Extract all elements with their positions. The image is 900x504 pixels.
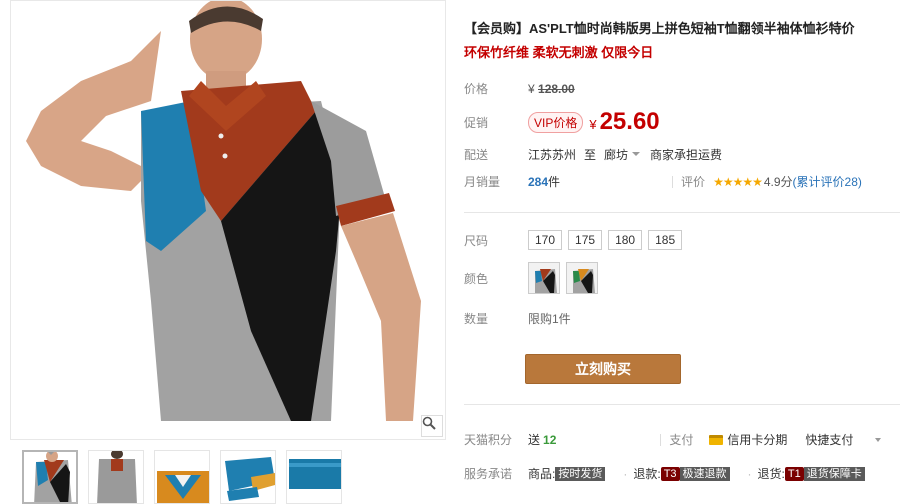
size-row: 尺码 170 175 180 185 — [464, 230, 688, 250]
ship-to-location[interactable]: 廊坊 — [604, 146, 628, 163]
separator-dot: · — [623, 466, 628, 481]
quantity-label: 数量 — [464, 312, 489, 326]
size-option-185[interactable]: 185 — [648, 230, 683, 250]
main-product-image[interactable] — [10, 0, 446, 440]
monthly-sales-label: 月销量 — [464, 175, 501, 189]
ship-to-word: 至 — [584, 148, 597, 162]
service-item-prefix: 退货: — [757, 467, 785, 481]
color-label: 颜色 — [464, 271, 489, 286]
points-prefix: 送 — [528, 433, 541, 447]
monthly-sales-unit: 件 — [548, 175, 561, 189]
polo-shirt-photo — [11, 1, 445, 439]
service-label: 服务承诺 — [464, 467, 513, 481]
section-divider — [464, 212, 900, 213]
thumbnail-front-view[interactable] — [22, 450, 78, 504]
color-swatch-1[interactable] — [528, 262, 560, 294]
divider — [660, 433, 662, 446]
return-guarantee-badge: 退货保障卡 — [803, 466, 865, 481]
monthly-sales-count: 284 — [528, 174, 549, 189]
service-item-prefix: 商品: — [528, 467, 556, 481]
ship-from-location: 江苏苏州 — [528, 148, 577, 162]
thumbnail-fabric-closeup[interactable] — [286, 450, 342, 504]
shipping-row: 配送 江苏苏州 至 廊坊 商家承担运费 — [464, 146, 722, 163]
thumbnail-sleeve-closeup[interactable] — [220, 450, 276, 504]
rating-label: 评价 — [681, 175, 706, 189]
on-time-delivery-badge: 按时发货 — [555, 466, 606, 481]
buy-now-button[interactable]: 立刻购买 — [525, 354, 681, 384]
service-return-guarantee[interactable]: 退货: T1 退货保障卡 — [758, 465, 865, 482]
refund-tier-badge: T3 — [660, 466, 680, 481]
points-payment-row: 天猫积分 送 12 支付 信用卡分期 快捷支付 — [464, 431, 882, 448]
color-row: 颜色 — [464, 262, 604, 294]
thumbnail-back-view[interactable] — [88, 450, 144, 504]
review-count-link[interactable]: (累计评价28) — [793, 173, 862, 190]
original-price-value: 128.00 — [538, 81, 575, 96]
separator-dot: · — [747, 466, 752, 481]
return-tier-badge: T1 — [784, 466, 804, 481]
fast-refund-badge: 极速退款 — [679, 466, 730, 481]
service-on-time-delivery[interactable]: 商品: 按时发货 — [528, 465, 606, 482]
product-subtitle: 环保竹纤维 柔软无刺激 仅限今日 — [464, 45, 654, 60]
product-info-panel: 【会员购】AS'PLT恤时尚韩版男上拼色短袖T恤翻领半袖体恤衫特价 环保竹纤维 … — [464, 0, 900, 504]
product-gallery — [10, 0, 446, 504]
credit-card-installment[interactable]: 信用卡分期 — [709, 431, 787, 448]
magnifier-icon[interactable] — [421, 415, 443, 437]
size-option-170[interactable]: 170 — [528, 230, 563, 250]
points-value: 12 — [543, 432, 557, 447]
service-item-prefix: 退款: — [633, 467, 661, 481]
price-label: 价格 — [464, 82, 489, 96]
vip-price-badge: VIP价格 — [528, 111, 584, 133]
points-label: 天猫积分 — [464, 433, 513, 447]
quantity-row: 数量 限购1件 — [464, 310, 571, 327]
promo-row: 促销 VIP价格 ¥25.60 — [464, 108, 660, 136]
sales-row: 月销量 284 件 评价 ★★★★★ 4.9分 (累计评价28) — [464, 173, 862, 190]
color-swatch-2[interactable] — [566, 262, 598, 294]
section-divider — [464, 404, 900, 405]
rating-score: 4.9分 — [763, 175, 793, 189]
currency-symbol: ¥ — [528, 81, 535, 96]
thumbnail-strip — [22, 450, 342, 504]
shipping-label: 配送 — [464, 148, 489, 162]
thumbnail-collar-closeup[interactable] — [154, 450, 210, 504]
size-option-175[interactable]: 175 — [568, 230, 603, 250]
price-row: 价格 ¥ 128.00 — [464, 80, 575, 97]
payment-label: 支付 — [669, 433, 694, 447]
sale-price-value: 25.60 — [599, 108, 660, 135]
size-option-180[interactable]: 180 — [608, 230, 643, 250]
chevron-down-icon[interactable] — [875, 437, 882, 442]
original-price: ¥ 128.00 — [528, 82, 575, 96]
purchase-limit: 限购1件 — [528, 312, 571, 326]
divider — [672, 175, 674, 188]
chevron-down-icon[interactable] — [632, 151, 641, 156]
shipping-fee-note: 商家承担运费 — [650, 148, 723, 162]
service-row: 服务承诺 商品: 按时发货 · 退款: T3 极速退款 · 退货: T1 退货保… — [464, 465, 877, 482]
credit-card-installment-label: 信用卡分期 — [727, 433, 788, 447]
product-title: 【会员购】AS'PLT恤时尚韩版男上拼色短袖T恤翻领半袖体恤衫特价 — [464, 21, 855, 36]
quick-pay[interactable]: 快捷支付 — [805, 431, 853, 448]
sale-price: ¥25.60 — [589, 108, 659, 136]
credit-card-icon — [709, 434, 724, 445]
size-label: 尺码 — [464, 233, 489, 248]
rating-stars: ★★★★★ — [713, 174, 763, 189]
sale-currency-symbol: ¥ — [589, 117, 597, 132]
service-fast-refund[interactable]: 退款: T3 极速退款 — [633, 465, 730, 482]
promo-label: 促销 — [464, 115, 489, 130]
